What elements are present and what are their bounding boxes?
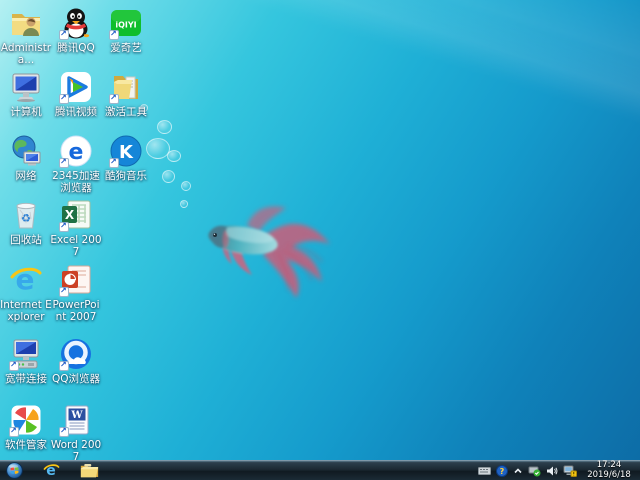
help-icon[interactable]: ?	[496, 465, 508, 477]
desktop-icon-excel-2007[interactable]: X Excel 2007	[50, 198, 102, 258]
shortcut-arrow-icon	[59, 427, 69, 437]
recycle-bin-icon: ♻	[9, 198, 43, 232]
desktop-icon-internet-explorer[interactable]: e Internet Explorer	[0, 263, 52, 323]
shortcut-arrow-icon	[59, 287, 69, 297]
internet-explorer-icon: e	[43, 462, 60, 479]
icon-label: 爱奇艺	[100, 42, 152, 54]
iqiyi-icon: iQIYI	[109, 6, 143, 40]
shortcut-arrow-icon	[59, 361, 69, 371]
taskbar-windows-explorer-button[interactable]	[70, 462, 109, 480]
qq-penguin-icon	[59, 6, 93, 40]
svg-text:e: e	[69, 140, 84, 165]
svg-text:♻: ♻	[21, 212, 31, 225]
desktop-icon-kugou-music[interactable]: K 酷狗音乐	[100, 134, 152, 182]
2345-browser-e-icon: e	[59, 134, 93, 168]
icon-label: QQ浏览器	[50, 373, 102, 385]
tencent-video-play-icon	[59, 70, 93, 104]
shortcut-arrow-icon	[59, 94, 69, 104]
icon-label: PowerPoint 2007	[50, 299, 102, 323]
desktop-icon-administrator[interactable]: Administra...	[0, 6, 52, 66]
computer-monitor-icon	[9, 70, 43, 104]
icon-label: 2345加速浏览器	[50, 170, 102, 194]
icon-label: 软件管家	[0, 439, 52, 451]
taskbar-internet-explorer-button[interactable]: e	[33, 462, 70, 480]
icon-label: 网络	[0, 170, 52, 182]
icon-label: 激活工具	[100, 106, 152, 118]
shortcut-arrow-icon	[109, 158, 119, 168]
icon-label: Administra...	[0, 42, 52, 66]
internet-explorer-icon: e	[9, 263, 43, 297]
desktop-icon-network[interactable]: 网络	[0, 134, 52, 182]
desktop-icon-computer[interactable]: 计算机	[0, 70, 52, 118]
icon-label: 回收站	[0, 234, 52, 246]
icon-label: Internet Explorer	[0, 299, 52, 323]
volume-icon[interactable]	[546, 465, 558, 477]
shortcut-arrow-icon	[9, 361, 19, 371]
svg-text:iQIYI: iQIYI	[115, 21, 136, 30]
bubble	[162, 170, 175, 183]
start-button[interactable]	[0, 462, 33, 480]
desktop-icon-2345-browser[interactable]: e 2345加速浏览器	[50, 134, 102, 194]
network-globe-icon	[9, 134, 43, 168]
user-folder-icon	[9, 6, 43, 40]
bubble	[167, 150, 181, 162]
desktop-icon-software-manager[interactable]: 软件管家	[0, 403, 52, 451]
network-warning-icon[interactable]	[563, 465, 577, 477]
windows-start-orb-icon	[6, 462, 23, 479]
open-folder-icon	[109, 70, 143, 104]
desktop-icon-broadband-connection[interactable]: 宽带连接	[0, 337, 52, 385]
taskbar-clock[interactable]: 17:24 2019/6/18	[582, 461, 636, 480]
svg-text:W: W	[70, 410, 83, 421]
taskbar: e ?	[0, 460, 640, 480]
show-hidden-icons-arrow[interactable]	[513, 466, 523, 476]
desktop: Administra... 腾讯QQ	[0, 0, 640, 480]
icon-label: 腾讯QQ	[50, 42, 102, 54]
kugou-k-icon: K	[109, 134, 143, 168]
icon-label: 宽带连接	[0, 373, 52, 385]
keyboard-icon[interactable]	[478, 467, 491, 475]
desktop-icon-word-2007[interactable]: W Word 2007	[50, 403, 102, 463]
icon-label: 腾讯视频	[50, 106, 102, 118]
icon-label: 计算机	[0, 106, 52, 118]
shortcut-arrow-icon	[109, 94, 119, 104]
svg-text:X: X	[65, 208, 75, 222]
shortcut-arrow-icon	[59, 30, 69, 40]
desktop-icon-qq-browser[interactable]: QQ浏览器	[50, 337, 102, 385]
icon-label: 酷狗音乐	[100, 170, 152, 182]
desktop-icon-tencent-video[interactable]: 腾讯视频	[50, 70, 102, 118]
light-ray	[175, 0, 640, 139]
clock-date: 2019/6/18	[584, 471, 634, 480]
system-tray: ? 17:24 2019/6/18	[478, 461, 640, 480]
safely-remove-hardware-icon[interactable]	[528, 465, 541, 477]
bubble	[180, 200, 188, 208]
desktop-icon-powerpoint-2007[interactable]: PowerPoint 2007	[50, 263, 102, 323]
icon-label: Excel 2007	[50, 234, 102, 258]
desktop-icon-iqiyi[interactable]: iQIYI 爱奇艺	[100, 6, 152, 54]
desktop-icon-tencent-qq[interactable]: 腾讯QQ	[50, 6, 102, 54]
desktop-icon-activation-tools[interactable]: 激活工具	[100, 70, 152, 118]
folder-icon	[80, 463, 99, 478]
bubble	[181, 181, 191, 191]
software-manager-icon	[9, 403, 43, 437]
svg-text:K: K	[119, 142, 134, 163]
word-icon: W	[59, 403, 93, 437]
light-ray	[243, 0, 640, 155]
bubble	[157, 120, 172, 134]
powerpoint-icon	[59, 263, 93, 297]
shortcut-arrow-icon	[109, 30, 119, 40]
svg-text:?: ?	[500, 467, 505, 476]
qq-browser-icon	[59, 337, 93, 371]
shortcut-arrow-icon	[59, 158, 69, 168]
excel-icon: X	[59, 198, 93, 232]
broadband-connection-icon	[9, 337, 43, 371]
betta-fish	[192, 190, 342, 302]
shortcut-arrow-icon	[9, 427, 19, 437]
shortcut-arrow-icon	[59, 222, 69, 232]
desktop-icon-recycle-bin[interactable]: ♻ 回收站	[0, 198, 52, 246]
